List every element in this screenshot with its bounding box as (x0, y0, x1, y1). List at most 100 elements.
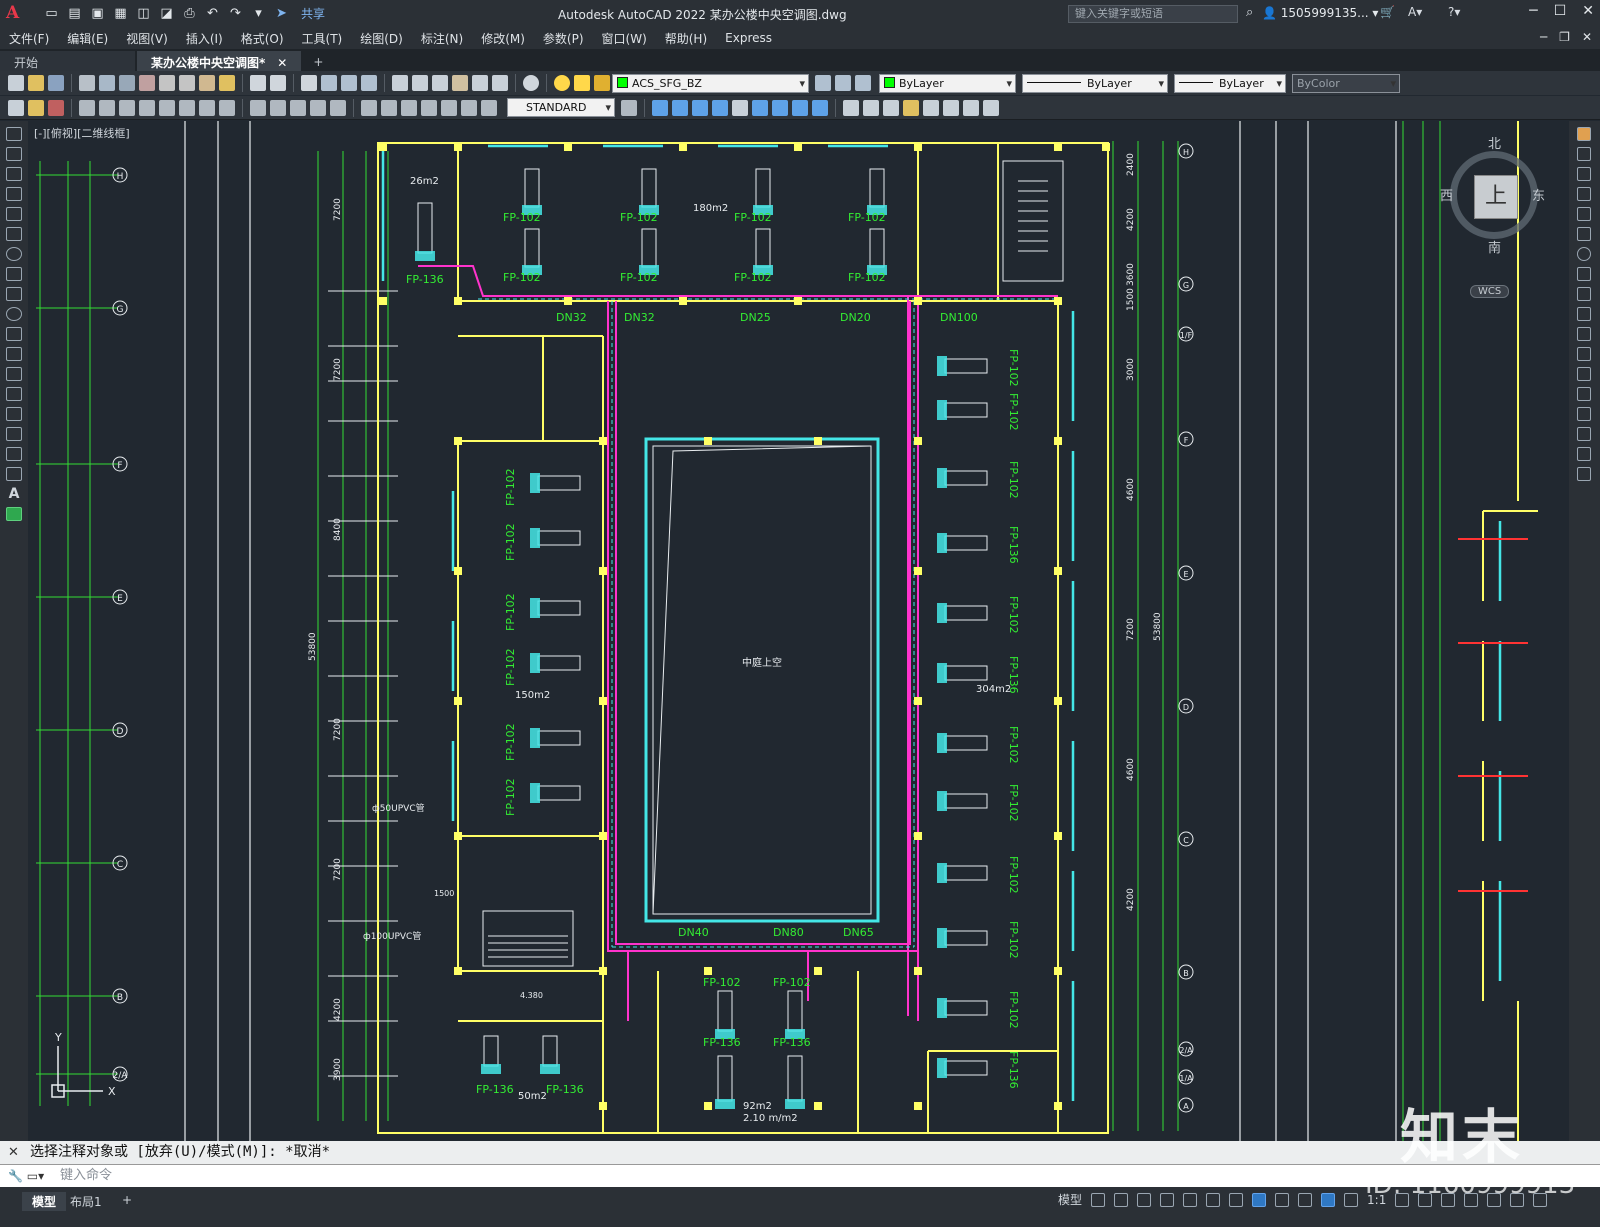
dim-edit-icon[interactable] (441, 99, 457, 116)
plotstyle-dropdown[interactable]: ByColor (1292, 73, 1400, 93)
auto-scale-icon[interactable] (1344, 1192, 1359, 1207)
save-icon[interactable]: ▣ (88, 4, 107, 23)
mtext-icon[interactable]: A (6, 487, 22, 501)
layer-freeze-icon[interactable] (574, 75, 590, 91)
command-prompt-icon[interactable]: 🔧 ▭▾ (8, 1165, 44, 1187)
fillet-icon[interactable] (1577, 427, 1591, 441)
section-icon[interactable] (983, 99, 999, 116)
menu-item-2[interactable]: 视图(V) (117, 30, 177, 47)
menu-item-9[interactable]: 参数(P) (534, 30, 593, 47)
hatch-icon[interactable] (6, 407, 22, 421)
loft-icon[interactable] (923, 99, 939, 116)
compass-west[interactable]: 西 (1440, 185, 1453, 204)
minimize-icon[interactable]: ─ (1529, 3, 1537, 19)
line-tool-icon[interactable] (6, 127, 22, 141)
polygon-icon[interactable] (6, 187, 22, 201)
doc-restore-icon[interactable]: ❐ (1559, 30, 1570, 44)
inspection-icon[interactable] (401, 99, 417, 116)
annotation-visibility-icon[interactable] (1321, 1192, 1336, 1207)
point-icon[interactable] (6, 387, 22, 401)
maximize-icon[interactable]: ☐ (1554, 3, 1567, 19)
new-file-icon[interactable]: ▭ (42, 4, 61, 23)
slice-icon[interactable] (963, 99, 979, 116)
add-layout-icon[interactable]: + (112, 1192, 142, 1208)
compass-north[interactable]: 北 (1488, 133, 1501, 152)
dim-text-edit-icon[interactable] (461, 99, 477, 116)
design-center-icon[interactable] (412, 75, 428, 91)
share-icon[interactable]: ➤ (272, 4, 291, 23)
calculator-icon[interactable] (492, 75, 508, 91)
command-close-icon[interactable]: ✕ (8, 1141, 19, 1164)
menu-item-4[interactable]: 格式(O) (232, 30, 293, 47)
save-as-icon[interactable]: ▦ (111, 4, 130, 23)
publish-icon[interactable] (119, 75, 135, 91)
menu-item-8[interactable]: 修改(M) (472, 30, 534, 47)
blend-curves-icon[interactable] (1577, 447, 1591, 461)
tab-close-icon[interactable]: ✕ (277, 56, 287, 70)
arc-icon[interactable] (6, 227, 22, 241)
infer-constraints-icon[interactable] (1137, 1192, 1152, 1207)
paste-icon[interactable] (199, 75, 215, 91)
menu-item-7[interactable]: 标注(N) (412, 30, 472, 47)
user-account[interactable]: 👤 1505999135... ▾ (1262, 6, 1378, 20)
rotate-icon[interactable] (1577, 247, 1591, 261)
menu-item-10[interactable]: 窗口(W) (593, 30, 656, 47)
stretch-icon[interactable] (1577, 287, 1591, 301)
dim-break-icon[interactable] (330, 99, 346, 116)
quick-dimension-icon[interactable] (250, 99, 266, 116)
menu-item-12[interactable]: Express (716, 31, 781, 45)
cut-icon[interactable] (159, 75, 175, 91)
menu-item-3[interactable]: 插入(I) (177, 30, 232, 47)
wcs-menu[interactable]: WCS (1470, 285, 1510, 298)
jogged-icon[interactable] (179, 99, 195, 116)
viewcube-top-face[interactable]: 上 (1474, 175, 1518, 219)
3d-pyramid-icon[interactable] (772, 99, 788, 116)
plot-icon[interactable] (79, 75, 95, 91)
add-selected-icon[interactable] (6, 507, 22, 521)
menu-item-5[interactable]: 工具(T) (293, 30, 352, 47)
doc-minimize-icon[interactable]: ─ (1540, 30, 1547, 44)
dim-update-icon[interactable] (481, 99, 497, 116)
markup-icon[interactable] (472, 75, 488, 91)
open-web-icon[interactable]: ◫ (134, 4, 153, 23)
pan-icon[interactable] (301, 75, 317, 91)
snap-icon[interactable] (1114, 1192, 1129, 1207)
presspull-icon[interactable] (943, 99, 959, 116)
polar-icon[interactable] (1183, 1192, 1198, 1207)
extrude-icon[interactable] (792, 99, 808, 116)
ungroup-icon[interactable] (48, 99, 64, 116)
table-icon[interactable] (6, 467, 22, 481)
lineweight-dropdown[interactable]: ByLayer (1174, 73, 1286, 93)
trim-icon[interactable] (1577, 307, 1591, 321)
zoom-window-icon[interactable] (341, 75, 357, 91)
close-icon[interactable]: ✕ (1582, 3, 1594, 19)
cart-icon[interactable]: 🛒 (1380, 5, 1395, 19)
dimstyle-dropdown[interactable]: STANDARD (507, 98, 615, 117)
zoom-realtime-icon[interactable] (321, 75, 337, 91)
spline-icon[interactable] (6, 287, 22, 301)
sweep-icon[interactable] (903, 99, 919, 116)
new-tab-icon[interactable]: + (303, 53, 333, 71)
copy-icon[interactable] (179, 75, 195, 91)
menu-item-6[interactable]: 绘图(D) (351, 30, 412, 47)
grid-icon[interactable] (1091, 1192, 1106, 1207)
qnew-icon[interactable] (8, 75, 24, 91)
open-icon[interactable] (28, 75, 44, 91)
isodraft-icon[interactable] (1206, 1192, 1221, 1207)
open-file-icon[interactable]: ▤ (65, 4, 84, 23)
search-input[interactable]: 键入关键字或短语 (1068, 5, 1238, 23)
insert-block-icon[interactable] (6, 347, 22, 361)
erase-icon[interactable] (1577, 127, 1591, 141)
match-properties-icon[interactable] (219, 75, 235, 91)
object-snap-icon[interactable] (1252, 1192, 1267, 1207)
dim-space-icon[interactable] (310, 99, 326, 116)
lineweight-toggle-icon[interactable] (1275, 1192, 1290, 1207)
ortho-icon[interactable] (1160, 1192, 1175, 1207)
aligned-dimension-icon[interactable] (99, 99, 115, 116)
compass-south[interactable]: 南 (1488, 237, 1501, 256)
break-at-point-icon[interactable] (1577, 347, 1591, 361)
polyline-icon[interactable] (6, 167, 22, 181)
redo-icon[interactable]: ↷ (226, 4, 245, 23)
intersect-icon[interactable] (883, 99, 899, 116)
group-icon[interactable] (28, 99, 44, 116)
